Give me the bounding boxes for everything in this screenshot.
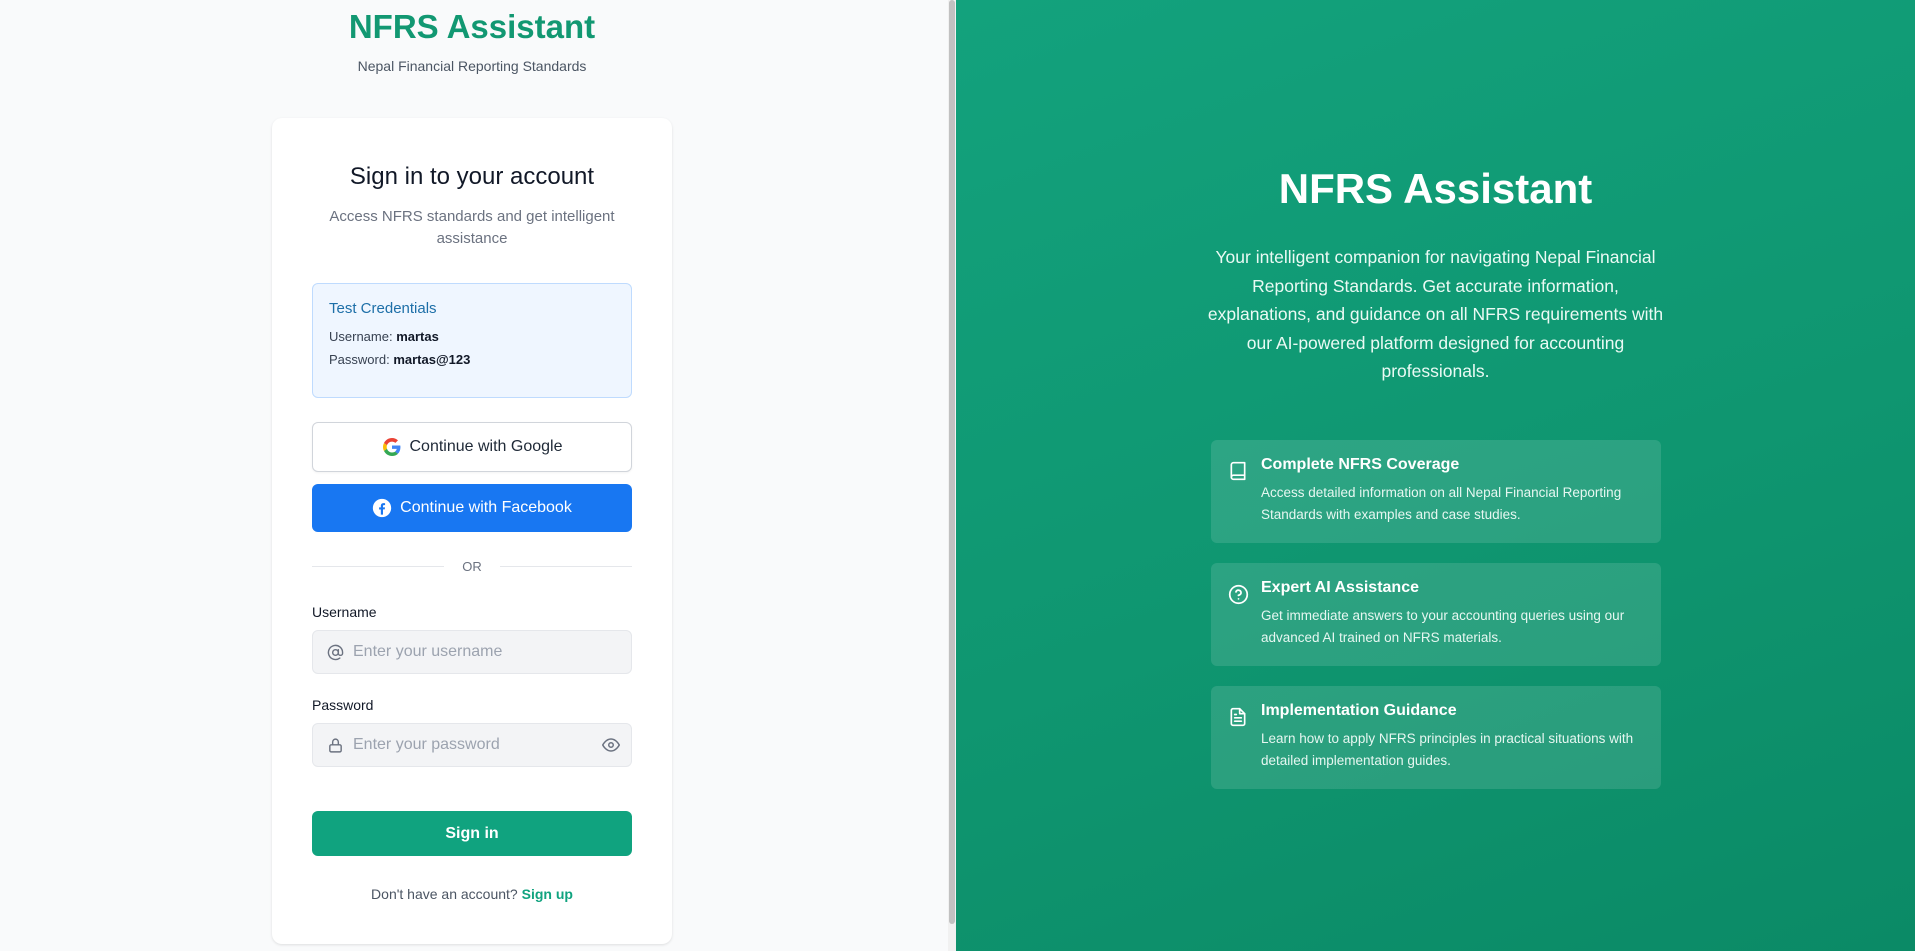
test-username-value: martas <box>396 329 439 344</box>
feature-description: Learn how to apply NFRS principles in pr… <box>1261 731 1634 768</box>
brand-subtitle: Nepal Financial Reporting Standards <box>357 58 587 74</box>
question-circle-icon <box>1227 583 1249 605</box>
or-text: OR <box>462 558 482 574</box>
signin-title: Sign in to your account <box>349 163 595 190</box>
password-field <box>312 723 632 767</box>
login-panel: NFRS Assistant Nepal Financial Reporting… <box>0 0 948 951</box>
google-icon <box>382 437 402 457</box>
google-button-label: Continue with Google <box>409 438 563 455</box>
test-credentials-box: Test Credentials Username: martas Passwo… <box>312 283 632 398</box>
continue-with-facebook-button[interactable]: Continue with Facebook <box>312 484 632 532</box>
lock-icon <box>325 735 345 755</box>
test-password-label: Password: <box>329 352 390 367</box>
signup-prompt: Don't have an account? <box>371 886 518 902</box>
divider-line-left <box>312 565 445 567</box>
at-sign-icon <box>325 642 345 662</box>
document-icon <box>1227 706 1249 728</box>
feature-title: Implementation Guidance <box>1261 702 1457 719</box>
password-input[interactable] <box>353 724 593 766</box>
sign-in-button[interactable]: Sign in <box>312 811 632 856</box>
hero-description: Your intelligent companion for navigatin… <box>1207 247 1664 381</box>
show-password-eye-icon[interactable] <box>601 735 621 755</box>
signup-row: Don't have an account? Sign up <box>272 886 672 902</box>
test-username-label: Username: <box>329 329 393 344</box>
signin-subtitle: Access NFRS standards and get intelligen… <box>329 208 615 247</box>
scrollbar-thumb[interactable] <box>949 0 955 924</box>
feature-description: Get immediate answers to your accounting… <box>1261 608 1625 645</box>
test-password-line: Password: martas@123 <box>329 352 615 367</box>
test-credentials-title: Test Credentials <box>329 300 437 317</box>
facebook-button-label: Continue with Facebook <box>400 499 572 516</box>
feature-description: Access detailed information on all Nepal… <box>1261 485 1622 522</box>
divider-line-right <box>499 565 632 567</box>
sign-up-link[interactable]: Sign up <box>522 886 573 902</box>
username-field <box>312 630 632 674</box>
book-icon <box>1227 460 1249 482</box>
brand-title: NFRS Assistant <box>348 8 596 45</box>
feature-card-implementation: Implementation Guidance Learn how to app… <box>1211 686 1661 789</box>
feature-card-coverage: Complete NFRS Coverage Access detailed i… <box>1211 440 1661 543</box>
feature-card-ai-assistance: Expert AI Assistance Get immediate answe… <box>1211 563 1661 666</box>
test-password-value: martas@123 <box>393 352 471 367</box>
page-scrollbar[interactable] <box>948 0 956 951</box>
continue-with-google-button[interactable]: Continue with Google <box>312 422 632 472</box>
password-label: Password <box>312 697 374 713</box>
hero-panel: NFRS Assistant Your intelligent companio… <box>956 0 1915 951</box>
facebook-icon <box>372 498 392 518</box>
or-divider: OR <box>312 556 632 576</box>
username-label: Username <box>312 604 377 620</box>
feature-title: Complete NFRS Coverage <box>1261 456 1460 473</box>
hero-title: NFRS Assistant <box>1278 165 1593 212</box>
signin-card: Sign in to your account Access NFRS stan… <box>272 118 672 944</box>
feature-title: Expert AI Assistance <box>1261 579 1419 596</box>
username-input[interactable] <box>353 631 593 673</box>
test-username-line: Username: martas <box>329 329 615 344</box>
